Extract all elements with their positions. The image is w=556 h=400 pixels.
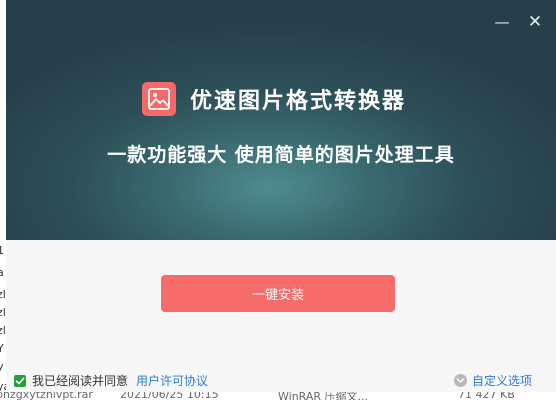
image-icon	[142, 82, 176, 116]
custom-options-button[interactable]: 自定义选项	[454, 372, 532, 389]
checkmark-icon	[15, 377, 25, 384]
background-file-size: 71 427 KB	[458, 392, 515, 400]
chevron-down-icon	[454, 374, 467, 387]
agreement-row: 我已经阅读并同意 用户许可协议	[14, 372, 208, 389]
background-text: y	[0, 360, 4, 373]
app-title: 优速图片格式转换器	[190, 89, 407, 114]
background-text: zl	[0, 306, 6, 319]
custom-options-label: 自定义选项	[472, 374, 533, 388]
app-slogan: 一款功能强大 使用简单的图片处理工具	[107, 144, 455, 166]
agree-checkbox[interactable]	[14, 374, 26, 387]
background-text: zl	[0, 324, 6, 337]
installer-header: — ✕ 优速图片格式转换器 一款功能强大 使用简单的图片处理工具	[6, 0, 556, 240]
agree-label: 我已经阅读并同意	[32, 374, 129, 388]
background-file-date: 2021/06/25 10:15	[120, 392, 219, 400]
background-text: a	[0, 266, 4, 279]
background-text: Y	[0, 342, 4, 355]
background-file-row: pnzgxytznlvpt.rar 2021/06/25 10:15 WinRA…	[0, 392, 556, 400]
background-file-type: WinRAR 压缩文...	[278, 392, 369, 400]
installer-window: — ✕ 优速图片格式转换器 一款功能强大 使用简单的图片处理工具 一键安装 我已…	[6, 0, 556, 392]
background-text: 1	[0, 244, 4, 257]
license-agreement-link[interactable]: 用户许可协议	[136, 372, 208, 389]
close-button[interactable]: ✕	[525, 12, 545, 32]
app-branding: 优速图片格式转换器	[142, 81, 406, 117]
one-click-install-button[interactable]: 一键安装	[161, 275, 395, 312]
minimize-button[interactable]: —	[492, 12, 512, 32]
background-text: zl	[0, 288, 6, 301]
background-file-name: pnzgxytznlvpt.rar	[0, 392, 93, 400]
